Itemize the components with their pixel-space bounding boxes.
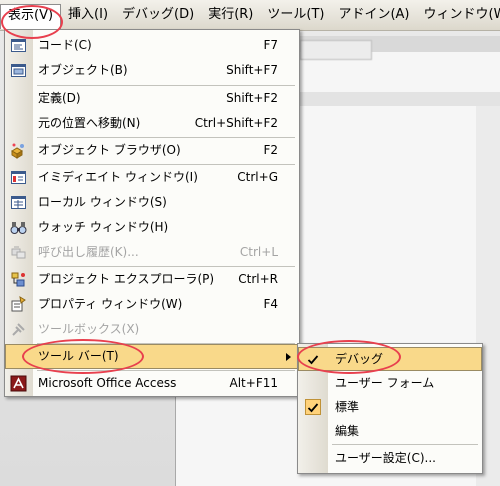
submenu-item-label: ユーザー フォーム (335, 376, 435, 390)
submenu-item-edit[interactable]: 編集 (298, 419, 482, 443)
menu-item-shortcut: Ctrl+Shift+F2 (194, 116, 278, 130)
menu-run[interactable]: 実行(R) (201, 4, 260, 26)
immediate-window-icon (10, 169, 27, 186)
toolbox-icon (10, 321, 27, 338)
menu-item-label: 呼び出し履歴(K)... (38, 245, 139, 259)
menu-item-definition[interactable]: 定義(D) Shift+F2 (5, 86, 299, 111)
menu-item-shortcut: Ctrl+L (239, 245, 278, 259)
code-window-icon (10, 37, 27, 54)
submenu-item-label: デバッグ (335, 352, 384, 366)
menu-item-shortcut: Shift+F7 (226, 63, 278, 77)
menu-item-immediate-window[interactable]: イミディエイト ウィンドウ(I) Ctrl+G (5, 165, 299, 190)
background-code-blur (130, 395, 300, 480)
submenu-item-label: ユーザー設定(C)... (335, 451, 436, 465)
menu-item-shortcut: F7 (263, 38, 278, 52)
menu-item-shortcut: Alt+F11 (229, 376, 278, 390)
menu-item-label: プロパティ ウィンドウ(W) (38, 297, 183, 311)
submenu-item-customize[interactable]: ユーザー設定(C)... (298, 446, 482, 470)
object-browser-icon (10, 142, 27, 159)
menu-item-shortcut: F4 (263, 297, 278, 311)
menu-item-properties-window[interactable]: プロパティ ウィンドウ(W) F4 (5, 292, 299, 317)
submenu-item-debug[interactable]: デバッグ (298, 347, 482, 371)
menu-item-label: Microsoft Office Access (38, 376, 177, 390)
menu-item-label: ツール バー(T) (38, 349, 119, 363)
menu-item-label: ツールボックス(X) (38, 322, 140, 336)
view-menu-dropdown: コード(C) F7 オブジェクト(B) Shift+F7 定義(D) Shift… (4, 29, 300, 397)
locals-window-icon (10, 194, 27, 211)
menu-item-object[interactable]: オブジェクト(B) Shift+F7 (5, 58, 299, 83)
menu-tools[interactable]: ツール(T) (260, 4, 331, 26)
menu-item-last-position[interactable]: 元の位置へ移動(N) Ctrl+Shift+F2 (5, 111, 299, 136)
menu-debug[interactable]: デバッグ(D) (115, 4, 201, 26)
background-code-blur-2 (310, 150, 495, 350)
watch-window-icon (10, 219, 27, 236)
menu-view[interactable]: 表示(V) (0, 3, 62, 29)
menu-bar: 表示(V) 挿入(I) デバッグ(D) 実行(R) ツール(T) アドイン(A)… (0, 0, 500, 31)
menu-item-label: イミディエイト ウィンドウ(I) (38, 170, 198, 184)
checkmark-icon (305, 399, 321, 415)
menu-item-label: コード(C) (38, 38, 92, 52)
menu-item-label: ウォッチ ウィンドウ(H) (38, 220, 169, 234)
menu-item-label: 元の位置へ移動(N) (38, 116, 141, 130)
object-window-icon (10, 62, 27, 79)
toolbars-submenu: デバッグ ユーザー フォーム 標準 編集 ユーザー設定(C)... (297, 343, 483, 474)
submenu-item-label: 標準 (335, 400, 360, 414)
menu-item-locals-window[interactable]: ローカル ウィンドウ(S) (5, 190, 299, 215)
menu-item-shortcut: Shift+F2 (226, 91, 278, 105)
menu-item-toolbars[interactable]: ツール バー(T) (5, 344, 299, 369)
submenu-item-label: 編集 (335, 424, 360, 438)
menu-item-call-stack: 呼び出し履歴(K)... Ctrl+L (5, 240, 299, 265)
menu-item-label: プロジェクト エクスプローラ(P) (38, 272, 215, 286)
menu-item-shortcut: Ctrl+R (238, 272, 278, 286)
menu-item-watch-window[interactable]: ウォッチ ウィンドウ(H) (5, 215, 299, 240)
menu-item-project-explorer[interactable]: プロジェクト エクスプローラ(P) Ctrl+R (5, 267, 299, 292)
menu-insert[interactable]: 挿入(I) (61, 4, 115, 26)
project-explorer-icon (10, 271, 27, 288)
menu-item-label: オブジェクト ブラウザ(O) (38, 143, 181, 157)
menu-item-label: 定義(D) (38, 91, 81, 105)
properties-window-icon (10, 296, 27, 313)
menu-item-shortcut: Ctrl+G (237, 170, 278, 184)
menu-item-object-browser[interactable]: オブジェクト ブラウザ(O) F2 (5, 138, 299, 163)
background-tab (300, 40, 372, 60)
checkmark-icon (305, 351, 321, 367)
menu-item-code[interactable]: コード(C) F7 (5, 33, 299, 58)
submenu-arrow-icon (286, 353, 291, 361)
menu-item-toolbox: ツールボックス(X) (5, 317, 299, 342)
menu-item-shortcut: F2 (263, 143, 278, 157)
submenu-item-userform[interactable]: ユーザー フォーム (298, 371, 482, 395)
menu-item-label: オブジェクト(B) (38, 63, 128, 77)
call-stack-icon (10, 244, 27, 261)
menu-item-label: ローカル ウィンドウ(S) (38, 195, 167, 209)
menu-item-access[interactable]: Microsoft Office Access Alt+F11 (5, 371, 299, 396)
menu-window[interactable]: ウィンドウ(W) (417, 4, 500, 26)
submenu-separator (332, 444, 478, 445)
menu-addins[interactable]: アドイン(A) (331, 4, 416, 26)
submenu-item-standard[interactable]: 標準 (298, 395, 482, 419)
access-icon (10, 375, 27, 392)
